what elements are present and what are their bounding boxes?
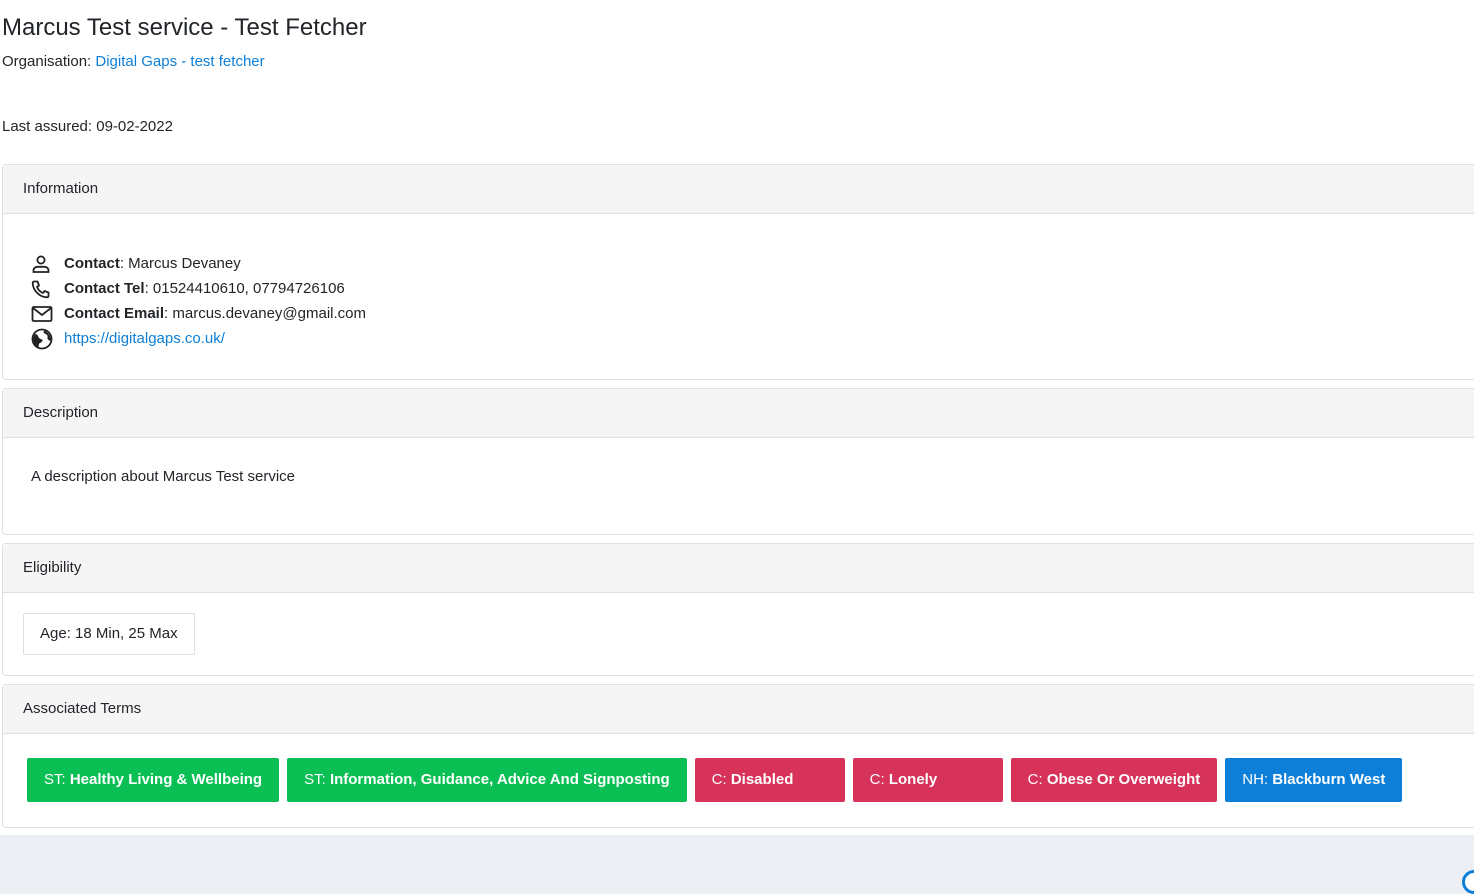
- term-label: Healthy Living & Wellbeing: [70, 771, 262, 788]
- term-prefix: C:: [712, 771, 731, 788]
- term-prefix: C:: [1028, 771, 1047, 788]
- term-prefix: ST:: [304, 771, 330, 788]
- globe-icon: [31, 328, 57, 350]
- tel-row: Contact Tel : 01524410610, 07794726106: [31, 276, 1474, 301]
- phone-icon: [31, 278, 57, 300]
- description-card: Description A description about Marcus T…: [2, 388, 1474, 535]
- term-label: Disabled: [731, 771, 794, 788]
- last-assured-date: 09-02-2022: [96, 118, 173, 135]
- contact-value: : Marcus Devaney: [120, 255, 241, 272]
- email-value: : marcus.devaney@gmail.com: [164, 305, 366, 322]
- organisation-line: Organisation: Digital Gaps - test fetche…: [2, 51, 1474, 73]
- website-link[interactable]: https://digitalgaps.co.uk/: [64, 330, 225, 347]
- eligibility-header: Eligibility: [3, 544, 1474, 593]
- term-label: Information, Guidance, Advice And Signpo…: [330, 771, 670, 788]
- information-card: Information Contact : Marcus Devaney: [2, 164, 1474, 380]
- term-information-guidance[interactable]: ST: Information, Guidance, Advice And Si…: [287, 758, 687, 802]
- term-prefix: NH:: [1242, 771, 1272, 788]
- organisation-label: Organisation:: [2, 53, 91, 70]
- service-page: Marcus Test service - Test Fetcher Organ…: [0, 0, 1474, 835]
- description-header: Description: [3, 389, 1474, 438]
- person-icon: [31, 253, 57, 275]
- term-disabled[interactable]: C: Disabled: [695, 758, 845, 802]
- terms-list: ST: Healthy Living & Wellbeing ST: Infor…: [3, 734, 1474, 802]
- term-label: Obese Or Overweight: [1047, 771, 1200, 788]
- website-row: https://digitalgaps.co.uk/: [31, 326, 1474, 351]
- last-assured-label: Last assured:: [2, 118, 92, 135]
- information-list: Contact : Marcus Devaney Contact Tel : 0…: [3, 214, 1474, 351]
- information-header: Information: [3, 165, 1474, 214]
- eligibility-card: Eligibility Age: 18 Min, 25 Max: [2, 543, 1474, 676]
- contact-label: Contact: [64, 255, 120, 272]
- last-assured: Last assured: 09-02-2022: [2, 116, 1474, 138]
- term-prefix: ST:: [44, 771, 70, 788]
- help-chat-icon[interactable]: [1462, 870, 1474, 894]
- email-row: Contact Email : marcus.devaney@gmail.com: [31, 301, 1474, 326]
- description-text: A description about Marcus Test service: [3, 438, 1474, 485]
- contact-row: Contact : Marcus Devaney: [31, 251, 1474, 276]
- associated-terms-card: Associated Terms ST: Healthy Living & We…: [2, 684, 1474, 828]
- envelope-icon: [31, 303, 57, 325]
- term-label: Lonely: [889, 771, 937, 788]
- term-blackburn-west[interactable]: NH: Blackburn West: [1225, 758, 1402, 802]
- email-label: Contact Email: [64, 305, 164, 322]
- term-prefix: C:: [870, 771, 889, 788]
- page-title: Marcus Test service - Test Fetcher: [2, 0, 1474, 42]
- tel-value: : 01524410610, 07794726106: [145, 280, 345, 297]
- organisation-link[interactable]: Digital Gaps - test fetcher: [95, 53, 264, 70]
- term-label: Blackburn West: [1272, 771, 1385, 788]
- tel-label: Contact Tel: [64, 280, 145, 297]
- term-healthy-living[interactable]: ST: Healthy Living & Wellbeing: [27, 758, 279, 802]
- age-badge: Age: 18 Min, 25 Max: [23, 613, 195, 655]
- term-obese-overweight[interactable]: C: Obese Or Overweight: [1011, 758, 1218, 802]
- term-lonely[interactable]: C: Lonely: [853, 758, 1003, 802]
- associated-terms-header: Associated Terms: [3, 685, 1474, 734]
